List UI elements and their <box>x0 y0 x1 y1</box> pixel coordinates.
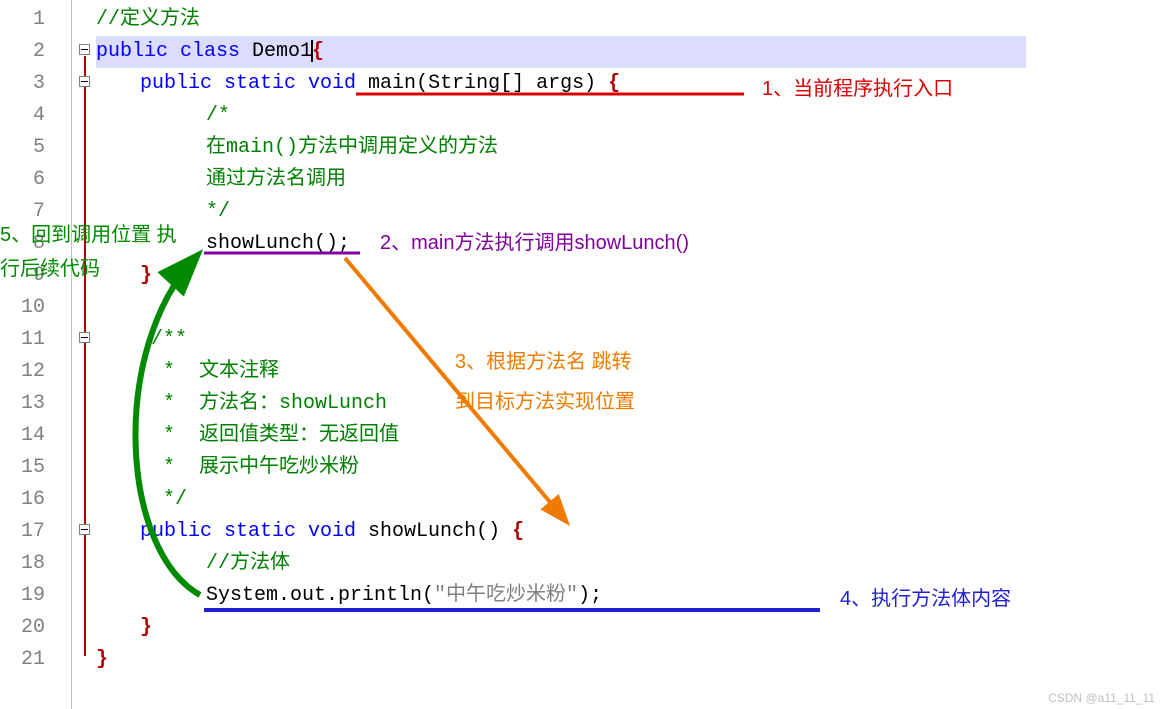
brace-close: } <box>140 616 152 639</box>
code-params: (String[] args) <box>416 72 608 95</box>
line-number: 12 <box>5 356 45 388</box>
code-identifier: showLunch <box>206 232 314 255</box>
line-number: 19 <box>5 580 45 612</box>
code-identifier: System.out.println( <box>206 584 434 607</box>
code-keyword: void <box>308 72 356 95</box>
annotation-text: 行后续代码 <box>0 252 100 281</box>
code-comment: * 返回值类型：无返回值 <box>151 424 399 447</box>
annotation-text: 5、回到调用位置 执 <box>0 218 177 247</box>
annotation-text: 到目标方法实现位置 <box>455 385 635 414</box>
code-comment: 通过方法名调用 <box>206 168 346 191</box>
annotation-text: 4、执行方法体内容 <box>840 582 1011 611</box>
line-number: 18 <box>5 548 45 580</box>
watermark: CSDN @a11_11_11 <box>1048 691 1155 705</box>
annotation-text: 2、main方法执行调用showLunch() <box>380 226 689 255</box>
fold-toggle[interactable] <box>79 76 90 87</box>
code-comment: */ <box>151 488 187 511</box>
code-comment: */ <box>206 200 230 223</box>
line-number: 16 <box>5 484 45 516</box>
code-string: "中午吃炒米粉" <box>434 584 578 607</box>
line-number: 21 <box>5 644 45 676</box>
line-number-gutter: 1 2 3 4 5 6 7 8 9 10 11 12 13 14 15 16 1… <box>0 0 72 709</box>
code-punct: ); <box>578 584 602 607</box>
line-number: 2 <box>5 36 45 68</box>
code-punct: (); <box>314 232 350 255</box>
code-keyword: class <box>168 40 252 63</box>
code-keyword: public <box>140 520 212 543</box>
code-comment: /* <box>206 104 230 127</box>
annotation-text: 3、根据方法名 跳转 <box>455 345 632 374</box>
code-keyword: public <box>140 72 212 95</box>
brace-open: { <box>312 40 324 63</box>
line-number: 13 <box>5 388 45 420</box>
code-comment: * 展示中午吃炒米粉 <box>151 456 359 479</box>
line-number: 14 <box>5 420 45 452</box>
code-keyword: static <box>212 520 308 543</box>
line-number: 4 <box>5 100 45 132</box>
brace-open: { <box>608 72 620 95</box>
code-identifier: main <box>356 72 416 95</box>
code-identifier: showLunch <box>356 520 476 543</box>
code-keyword: public <box>96 40 168 63</box>
brace-close: } <box>140 264 152 287</box>
line-number: 10 <box>5 292 45 324</box>
code-comment: * 方法名：showLunch <box>151 392 387 415</box>
line-number: 11 <box>5 324 45 356</box>
line-number: 20 <box>5 612 45 644</box>
line-number: 17 <box>5 516 45 548</box>
fold-toggle[interactable] <box>79 332 90 343</box>
code-comment: /** <box>151 328 187 351</box>
code-keyword: static <box>212 72 308 95</box>
code-keyword: void <box>308 520 356 543</box>
annotation-text: 1、当前程序执行入口 <box>762 72 953 101</box>
line-number: 1 <box>5 4 45 36</box>
brace-close: } <box>96 648 108 671</box>
fold-toggle[interactable] <box>79 44 90 55</box>
code-params: () <box>476 520 512 543</box>
code-comment: //方法体 <box>206 552 290 575</box>
code-identifier: Demo1 <box>252 40 312 63</box>
code-comment: 在main()方法中调用定义的方法 <box>206 136 498 159</box>
code-comment: //定义方法 <box>96 8 200 31</box>
code-comment: * 文本注释 <box>151 360 279 383</box>
line-number: 3 <box>5 68 45 100</box>
brace-open: { <box>512 520 524 543</box>
line-number: 5 <box>5 132 45 164</box>
fold-toggle[interactable] <box>79 524 90 535</box>
line-number: 15 <box>5 452 45 484</box>
line-number: 6 <box>5 164 45 196</box>
fold-guide <box>84 56 86 656</box>
